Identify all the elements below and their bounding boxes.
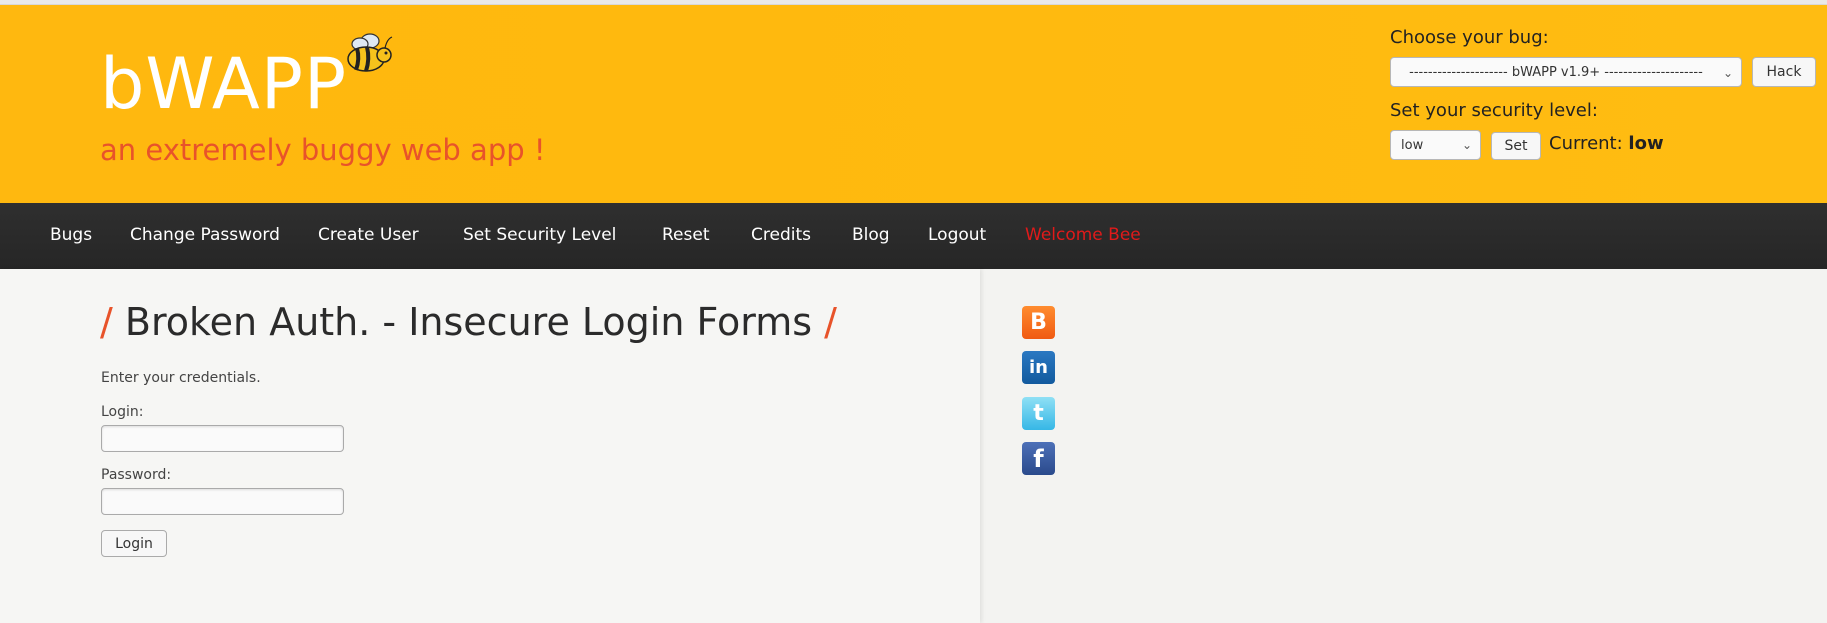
choose-bug-label: Choose your bug:: [1390, 27, 1549, 48]
login-label: Login:: [101, 404, 144, 420]
nav-item-set-security-level[interactable]: Set Security Level: [463, 225, 616, 245]
bee-icon: [347, 33, 393, 72]
title-slash-right: /: [824, 300, 837, 344]
page-title-text: Broken Auth. - Insecure Login Forms: [124, 300, 813, 344]
nav-item-change-password[interactable]: Change Password: [130, 225, 280, 245]
current-prefix: Current:: [1549, 133, 1623, 154]
nav-item-credits[interactable]: Credits: [751, 225, 811, 245]
hack-button[interactable]: Hack: [1752, 57, 1816, 87]
set-button[interactable]: Set: [1491, 132, 1541, 160]
password-label: Password:: [101, 467, 172, 483]
bug-select-value: --------------------- bWAPP v1.9+ ------…: [1409, 64, 1703, 80]
intro-text: Enter your credentials.: [101, 370, 261, 386]
nav-item-bugs[interactable]: Bugs: [50, 225, 92, 245]
security-select-value: low: [1401, 137, 1424, 153]
facebook-icon[interactable]: f: [1022, 442, 1055, 475]
nav-item-create-user[interactable]: Create User: [318, 225, 419, 245]
page-title: / Broken Auth. - Insecure Login Forms /: [100, 300, 837, 344]
password-input[interactable]: [101, 488, 344, 515]
main-nav: Bugs Change Password Create User Set Sec…: [0, 203, 1827, 269]
security-level-select[interactable]: low ⌄: [1390, 130, 1481, 160]
site-header: bWAPP an extremely buggy web app ! Choos…: [0, 5, 1827, 203]
blogger-icon[interactable]: B: [1022, 306, 1055, 339]
linkedin-icon[interactable]: in: [1022, 351, 1055, 384]
site-logo[interactable]: bWAPP: [100, 43, 347, 125]
title-slash-left: /: [100, 300, 113, 344]
site-tagline: an extremely buggy web app !: [100, 133, 546, 167]
nav-item-blog[interactable]: Blog: [852, 225, 890, 245]
login-button[interactable]: Login: [101, 530, 167, 557]
security-level-label: Set your security level:: [1390, 100, 1598, 121]
chevron-down-icon: ⌄: [1461, 138, 1472, 152]
current-security-level: Current: low: [1549, 133, 1664, 154]
chevron-down-icon: ⌄: [1722, 66, 1733, 80]
bug-select[interactable]: --------------------- bWAPP v1.9+ ------…: [1390, 57, 1742, 87]
nav-item-logout[interactable]: Logout: [928, 225, 986, 245]
login-input[interactable]: [101, 425, 344, 452]
nav-item-reset[interactable]: Reset: [662, 225, 710, 245]
nav-item-welcome[interactable]: Welcome Bee: [1025, 225, 1141, 245]
twitter-icon[interactable]: t: [1022, 397, 1055, 430]
current-value: low: [1628, 133, 1664, 154]
